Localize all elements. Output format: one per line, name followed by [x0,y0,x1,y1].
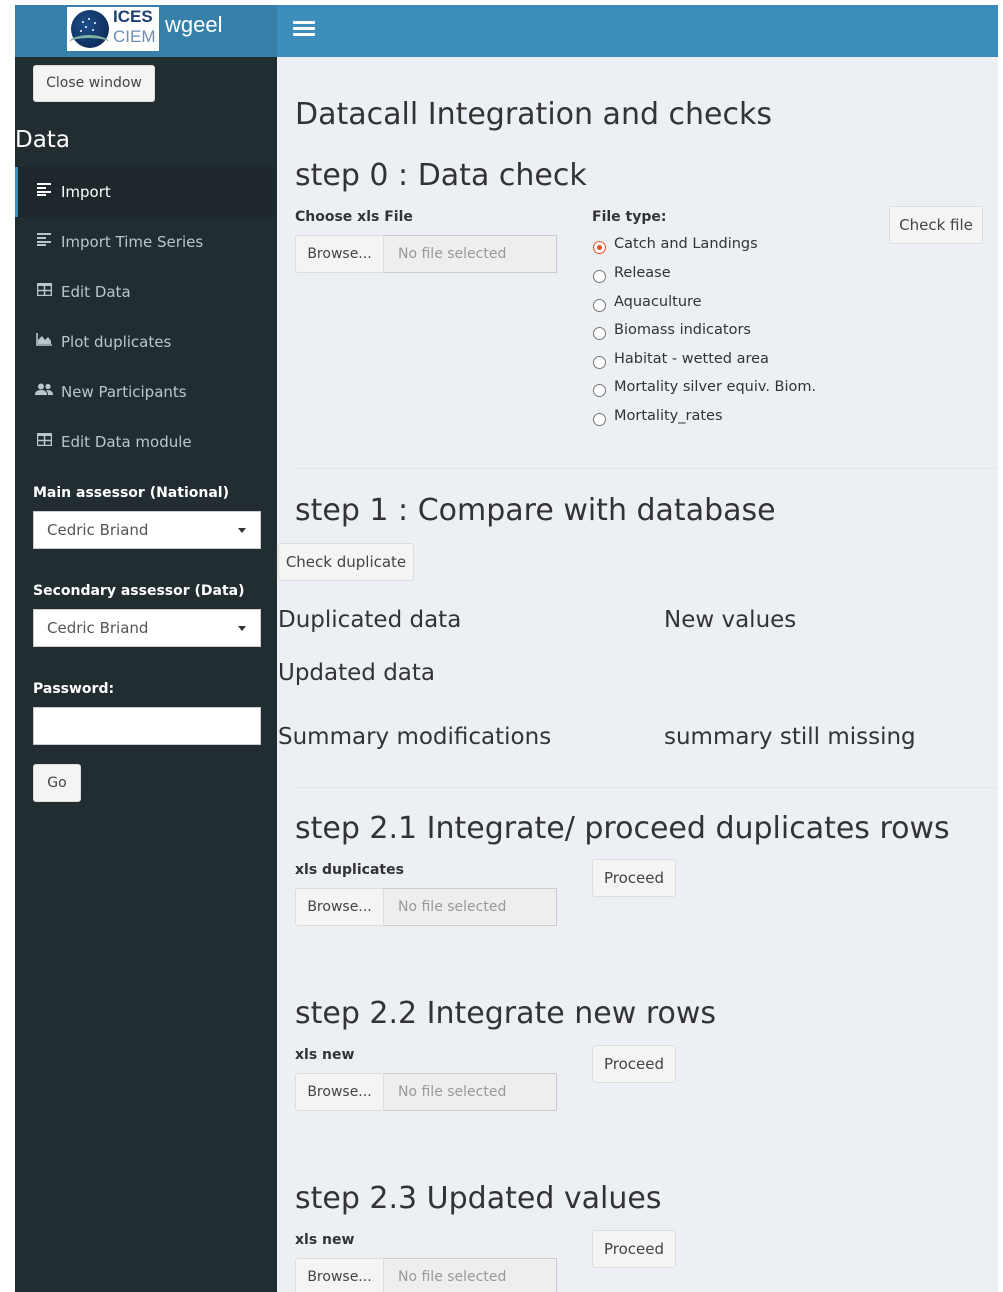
xls-new-input[interactable]: Browse... No file selected [295,1073,557,1111]
app-window: ICES CIEM wgeel Close window Data Import… [15,5,998,1292]
radio-icon[interactable] [593,384,606,397]
radio-icon[interactable] [593,327,606,340]
divider [295,787,998,788]
xls-duplicates-input[interactable]: Browse... No file selected [295,888,557,926]
proceed-duplicates-button[interactable]: Proceed [592,859,676,897]
secondary-assessor-value: Cedric Briand [47,619,149,637]
browse-button[interactable]: Browse... [295,1258,384,1292]
step1-heading: step 1 : Compare with database [295,493,776,528]
summary-missing-heading: summary still missing [664,724,916,750]
file-name-field: No file selected [384,1258,557,1292]
proceed-new-rows-button[interactable]: Proceed [592,1045,676,1083]
main-content: Datacall Integration and checks step 0 :… [277,57,998,1292]
caret-down-icon [238,626,246,631]
step22-heading: step 2.2 Integrate new rows [295,996,717,1031]
step23-heading: step 2.3 Updated values [295,1181,662,1216]
sidebar-item-edit-data[interactable]: Edit Data [15,267,277,317]
duplicated-data-heading: Duplicated data [278,607,462,633]
sidebar-item-label: Plot duplicates [61,333,172,351]
choose-file-input[interactable]: Browse... No file selected [295,235,557,273]
step21-heading: step 2.1 Integrate/ proceed duplicates r… [295,811,950,846]
ices-logo: ICES CIEM [67,7,159,51]
browse-button[interactable]: Browse... [295,1073,384,1111]
top-navbar [277,5,998,57]
xls-updated-label: xls new [295,1232,355,1248]
browse-button[interactable]: Browse... [295,235,384,273]
choose-file-label: Choose xls File [295,209,413,225]
step0-heading: step 0 : Data check [295,158,587,193]
sidebar-item-label: New Participants [61,383,187,401]
xls-new-label: xls new [295,1047,355,1063]
hamburger-icon[interactable] [293,18,315,40]
align-left-icon [35,167,53,217]
sidebar-menu: Import Import Time Series Edit Data Plot… [15,167,277,467]
file-name-field: No file selected [384,235,557,273]
secondary-assessor-select[interactable]: Cedric Briand [33,609,261,647]
proceed-updated-button[interactable]: Proceed [592,1230,676,1268]
table-icon [35,267,53,317]
sidebar-item-import-time-series[interactable]: Import Time Series [15,217,277,267]
sidebar-item-label: Import Time Series [61,233,204,251]
radio-icon[interactable] [593,356,606,369]
radio-icon[interactable] [593,299,606,312]
sidebar-item-import[interactable]: Import [15,167,277,217]
align-left-icon [35,217,53,267]
new-values-heading: New values [664,607,797,633]
password-label: Password: [33,681,115,697]
radio-icon[interactable] [593,270,606,283]
logo-swoosh [69,35,109,50]
xls-updated-input[interactable]: Browse... No file selected [295,1258,557,1292]
go-button[interactable]: Go [33,764,81,802]
radio-selected-icon[interactable] [593,241,606,254]
check-file-button[interactable]: Check file [889,206,983,244]
area-chart-icon [35,317,53,367]
secondary-assessor-label: Secondary assessor (Data) [33,583,245,599]
main-assessor-label: Main assessor (National) [33,485,229,501]
users-icon [35,367,53,417]
file-name-field: No file selected [384,888,557,926]
divider [295,468,998,469]
check-duplicate-button[interactable]: Check duplicate [278,543,414,581]
app-name: wgeel [165,12,223,37]
file-type-label: File type: [592,209,667,225]
sidebar: Close window Data Import Import Time Ser… [15,57,277,1292]
sidebar-item-label: Import [61,183,111,201]
header-logo-area[interactable]: ICES CIEM wgeel [15,5,277,57]
sidebar-section-title: Data [15,127,70,153]
sidebar-item-new-participants[interactable]: New Participants [15,367,277,417]
browse-button[interactable]: Browse... [295,888,384,926]
file-name-field: No file selected [384,1073,557,1111]
main-assessor-select[interactable]: Cedric Briand [33,511,261,549]
password-input[interactable] [33,707,261,745]
sidebar-item-plot-duplicates[interactable]: Plot duplicates [15,317,277,367]
caret-down-icon [238,528,246,533]
updated-data-heading: Updated data [278,660,436,686]
xls-duplicates-label: xls duplicates [295,862,404,878]
summary-modifications-heading: Summary modifications [278,724,552,750]
main-assessor-value: Cedric Briand [47,521,149,539]
radio-icon[interactable] [593,413,606,426]
logo-text-ices: ICES [113,7,153,26]
close-window-button[interactable]: Close window [33,65,155,102]
sidebar-item-label: Edit Data module [61,433,192,451]
logo-text-ciem: CIEM [113,27,156,46]
sidebar-item-label: Edit Data [61,283,131,301]
page-title: Datacall Integration and checks [295,97,772,132]
sidebar-item-edit-data-module[interactable]: Edit Data module [15,417,277,467]
table-icon [35,417,53,467]
